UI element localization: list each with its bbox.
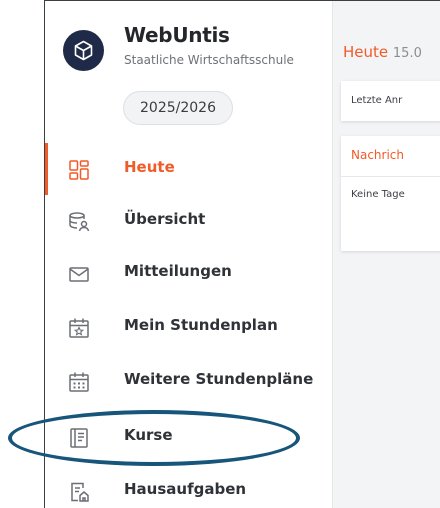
envelope-icon bbox=[67, 262, 91, 286]
page-date: 15.0 bbox=[392, 46, 422, 61]
sidebar-item-label: Übersicht bbox=[124, 210, 206, 228]
latest-announcements-card[interactable]: Letzte Anr bbox=[341, 81, 440, 121]
person-stack-icon bbox=[67, 210, 91, 234]
cube-icon bbox=[74, 40, 93, 61]
sidebar-item-label: Kurse bbox=[124, 426, 173, 444]
book-icon bbox=[67, 426, 91, 450]
messages-card: Nachrich Keine Tage bbox=[341, 136, 440, 251]
sidebar-item-label: Heute bbox=[124, 158, 175, 176]
sidebar-item-heute[interactable]: Heute bbox=[45, 143, 332, 195]
sidebar: WebUntis Staatliche Wirtschaftsschule 20… bbox=[45, 1, 333, 508]
sidebar-item-hausaufgaben[interactable]: Hausaufgaben bbox=[45, 465, 332, 508]
page-title: Heute 15.0 bbox=[343, 43, 422, 61]
page-title-text: Heute bbox=[343, 43, 389, 61]
card-header-label: Nachrich bbox=[351, 148, 405, 162]
sidebar-item-mitteilungen[interactable]: Mitteilungen bbox=[45, 247, 332, 299]
card-header[interactable]: Nachrich bbox=[341, 136, 440, 177]
sidebar-item-uebersicht[interactable]: Übersicht bbox=[45, 195, 332, 247]
calendar-star-icon bbox=[67, 316, 91, 340]
sidebar-item-mein-stundenplan[interactable]: Mein Stundenplan bbox=[45, 301, 332, 353]
sidebar-item-label: Mitteilungen bbox=[124, 262, 232, 280]
sidebar-item-weitere-stundenplaene[interactable]: Weitere Stundenpläne bbox=[45, 355, 332, 407]
homework-icon bbox=[67, 480, 91, 504]
calendar-grid-icon bbox=[67, 370, 91, 394]
sidebar-item-label: Weitere Stundenpläne bbox=[124, 370, 314, 388]
school-name: Staatliche Wirtschaftsschule bbox=[124, 53, 294, 67]
app-window: WebUntis Staatliche Wirtschaftsschule 20… bbox=[44, 0, 440, 508]
dashboard-icon bbox=[67, 158, 91, 182]
sidebar-item-kurse[interactable]: Kurse bbox=[45, 411, 332, 463]
webuntis-logo[interactable] bbox=[63, 30, 104, 71]
main-content: Heute 15.0 Letzte Anr Nachrich Keine Tag… bbox=[333, 1, 440, 508]
school-year-selector[interactable]: 2025/2026 bbox=[123, 91, 233, 125]
sidebar-item-label: Mein Stundenplan bbox=[124, 316, 278, 334]
app-title: WebUntis bbox=[124, 23, 230, 47]
card-text: Letzte Anr bbox=[351, 95, 403, 106]
card-text: Keine Tage bbox=[351, 189, 405, 200]
sidebar-item-label: Hausaufgaben bbox=[124, 480, 247, 498]
